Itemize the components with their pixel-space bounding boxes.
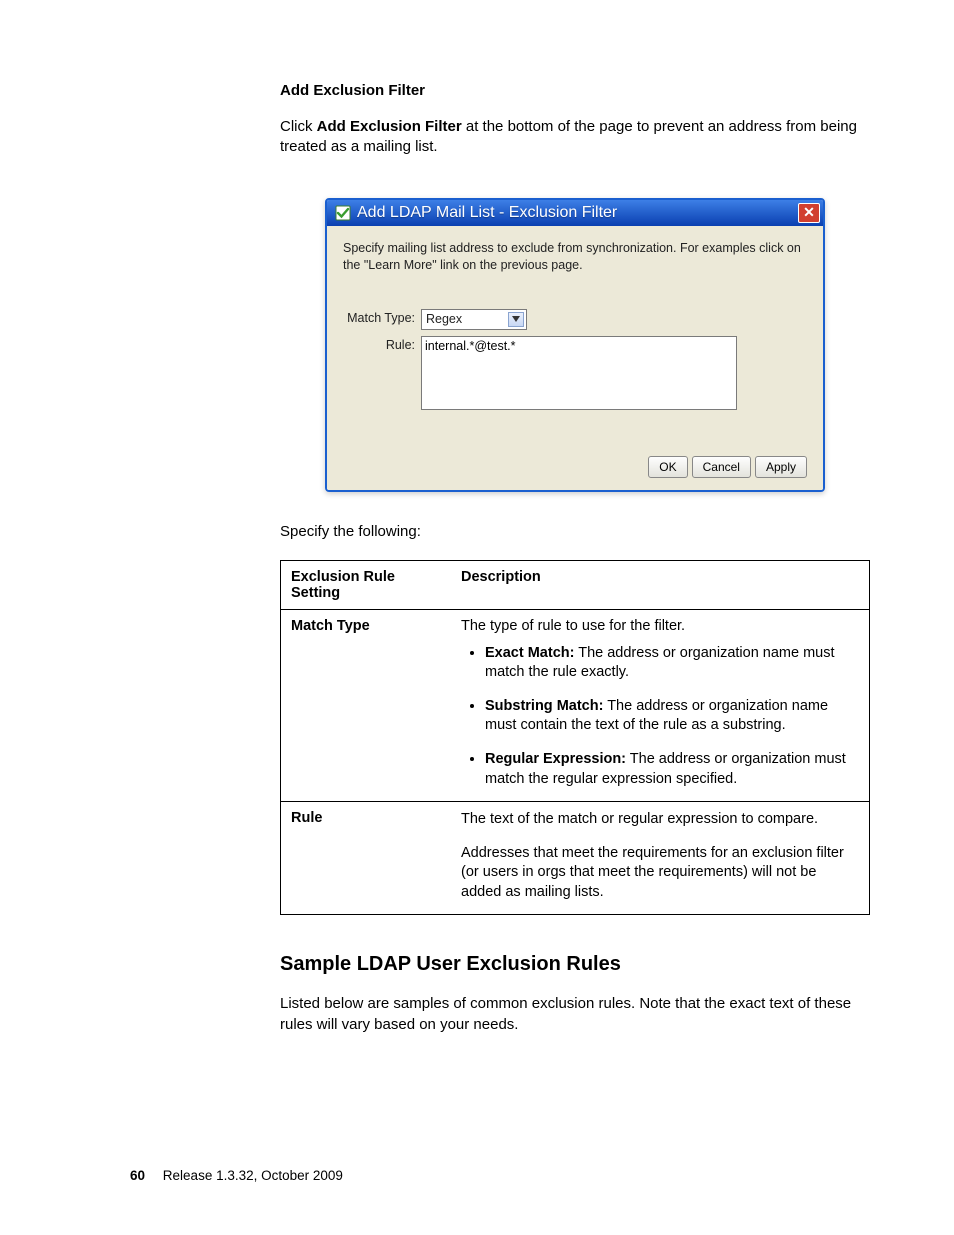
page-footer: 60 Release 1.3.32, October 2009 [130, 1168, 343, 1183]
table-header-setting: Exclusion Rule Setting [281, 561, 451, 609]
match-type-value: Regex [426, 312, 462, 326]
table-row: Rule The text of the match or regular ex… [281, 801, 869, 914]
row1-lead: The type of rule to use for the filter. [461, 618, 685, 634]
close-icon: ✕ [803, 204, 815, 221]
bullet-bold: Exact Match: [485, 645, 574, 661]
list-item: Exact Match: The address or organization… [485, 644, 859, 683]
list-item: Regular Expression: The address or organ… [485, 750, 859, 789]
release-info: Release 1.3.32, October 2009 [163, 1168, 343, 1183]
table-header-row: Exclusion Rule Setting Description [281, 561, 869, 609]
specify-following: Specify the following: [280, 522, 870, 542]
intro-paragraph: Click Add Exclusion Filter at the bottom… [280, 117, 870, 158]
cancel-button[interactable]: Cancel [692, 456, 751, 478]
ok-button[interactable]: OK [648, 456, 687, 478]
list-item: Substring Match: The address or organiza… [485, 697, 859, 736]
section-heading-sample-rules: Sample LDAP User Exclusion Rules [280, 953, 870, 976]
match-type-label: Match Type: [343, 309, 421, 325]
dialog-body: Specify mailing list address to exclude … [327, 226, 823, 490]
settings-table: Exclusion Rule Setting Description Match… [280, 560, 870, 916]
dialog-title: Add LDAP Mail List - Exclusion Filter [357, 204, 798, 222]
dialog-instruction: Specify mailing list address to exclude … [343, 240, 807, 275]
section-heading-add-exclusion: Add Exclusion Filter [280, 82, 870, 99]
intro-bold: Add Exclusion Filter [317, 118, 462, 135]
row1-setting: Match Type [281, 610, 451, 801]
rule-label: Rule: [343, 336, 421, 352]
match-type-select[interactable]: Regex [421, 309, 527, 330]
close-button[interactable]: ✕ [798, 203, 820, 223]
bullet-bold: Substring Match: [485, 698, 603, 714]
bullet-bold: Regular Expression: [485, 751, 626, 767]
row1-description: The type of rule to use for the filter. … [451, 610, 869, 801]
intro-pre: Click [280, 118, 317, 135]
exclusion-filter-dialog: Add LDAP Mail List - Exclusion Filter ✕ … [325, 198, 825, 492]
dialog-titlebar: Add LDAP Mail List - Exclusion Filter ✕ [327, 200, 823, 226]
check-icon [335, 205, 351, 221]
sample-rules-intro: Listed below are samples of common exclu… [280, 994, 870, 1035]
rule-input[interactable] [421, 336, 737, 410]
row2-description: The text of the match or regular express… [451, 802, 869, 914]
chevron-down-icon [508, 312, 524, 327]
table-row: Match Type The type of rule to use for t… [281, 609, 869, 801]
row2-p1: The text of the match or regular express… [461, 810, 859, 830]
row2-setting: Rule [281, 802, 451, 914]
page-number: 60 [130, 1168, 145, 1183]
apply-button[interactable]: Apply [755, 456, 807, 478]
table-header-description: Description [451, 561, 869, 609]
row2-p2: Addresses that meet the requirements for… [461, 844, 859, 903]
